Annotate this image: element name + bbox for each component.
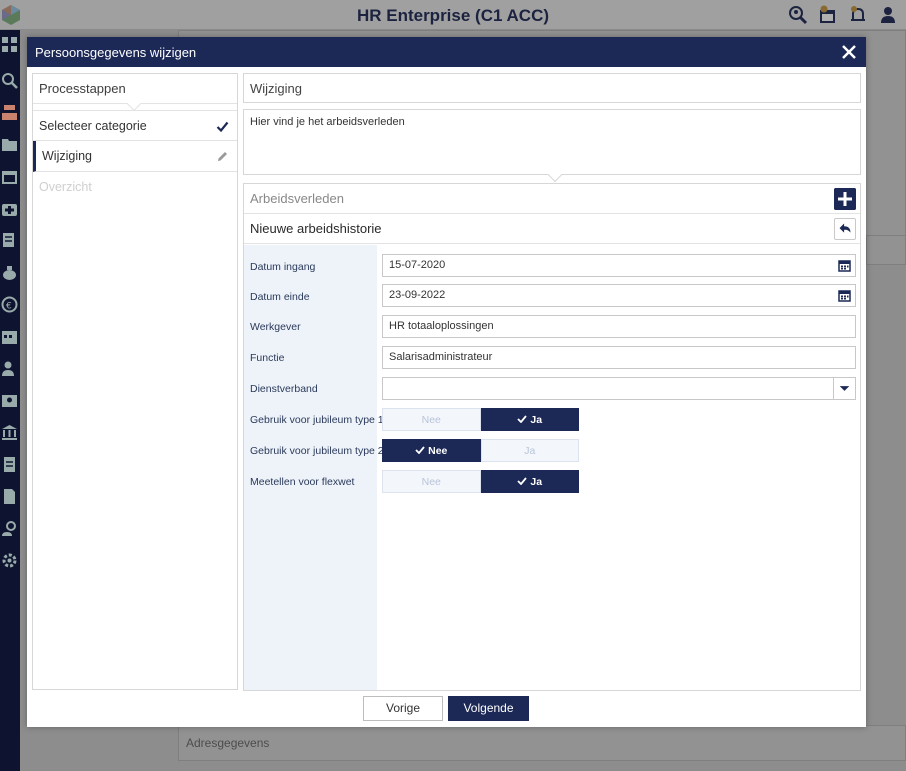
user-icon[interactable] (878, 5, 898, 25)
employer-label: Werkgever (250, 321, 301, 333)
section-title: Wijziging (243, 73, 861, 103)
calendar-icon[interactable] (838, 259, 851, 272)
modal-header: Persoonsgegevens wijzigen (27, 37, 866, 67)
jubilee-type1-yes-option[interactable]: Ja (480, 408, 579, 431)
org-chart-icon[interactable] (1, 104, 18, 121)
flexwet-yes-option[interactable]: Ja (480, 470, 579, 493)
end-date-label: Datum einde (250, 291, 310, 303)
info-text: Hier vind je het arbeidsverleden (250, 116, 405, 128)
process-steps-title: Processtappen (33, 74, 237, 112)
jubilee-type1-toggle: Nee Ja (382, 408, 579, 431)
flexwet-toggle: Nee Ja (382, 470, 579, 493)
document-list-icon[interactable] (1, 232, 18, 249)
schedule-icon[interactable] (1, 328, 18, 345)
labels-column (244, 245, 377, 690)
calendar-icon[interactable] (838, 289, 851, 302)
employment-type-label: Dienstverband (250, 383, 318, 395)
calendar-badge-icon[interactable] (818, 5, 838, 25)
start-date-label: Datum ingang (250, 261, 316, 273)
employment-type-select[interactable] (382, 377, 856, 400)
svg-text:€: € (6, 302, 12, 312)
undo-icon[interactable] (834, 218, 856, 240)
flexwet-label: Meetellen voor flexwet (250, 476, 355, 488)
search-icon[interactable] (1, 72, 18, 89)
next-button[interactable]: Volgende (448, 696, 529, 721)
left-rail: € (0, 30, 20, 771)
start-date-field[interactable]: 15-07-2020 (382, 254, 856, 277)
function-label: Functie (250, 352, 285, 364)
money-bag-icon[interactable] (1, 264, 18, 281)
close-icon[interactable] (840, 43, 858, 61)
step-overview: Overzicht (39, 180, 92, 194)
bg-panel-tab (866, 235, 906, 265)
medical-bag-icon[interactable] (1, 200, 18, 217)
edit-personal-data-modal: Persoonsgegevens wijzigen Processtappen … (27, 37, 866, 727)
work-history-form: Arbeidsverleden Nieuwe arbeidshistorie D… (243, 183, 861, 691)
check-icon (517, 477, 528, 485)
check-icon (415, 446, 425, 454)
euro-icon[interactable]: € (1, 296, 18, 313)
flexwet-no-option[interactable]: Nee (382, 470, 481, 493)
grid-icon[interactable] (1, 36, 18, 53)
app-header: HR Enterprise (C1 ACC) (0, 0, 906, 30)
jubilee-type1-label: Gebruik voor jubileum type 1 (250, 414, 384, 426)
document-icon[interactable] (1, 488, 18, 505)
check-icon (517, 415, 528, 423)
work-history-header: Arbeidsverleden (244, 184, 860, 214)
process-steps-panel: Processtappen Selecteer categorie Wijzig… (32, 73, 238, 690)
step-select-category[interactable]: Selecteer categorie (33, 110, 237, 141)
user-location-icon[interactable] (1, 520, 18, 537)
modal-title: Persoonsgegevens wijzigen (35, 44, 197, 60)
end-date-field[interactable]: 23-09-2022 (382, 284, 856, 307)
folder-icon[interactable] (1, 136, 18, 153)
new-work-history-header: Nieuwe arbeidshistorie (244, 214, 860, 244)
bell-icon[interactable] (848, 5, 868, 25)
user-settings-icon[interactable] (1, 360, 18, 377)
jubilee-type1-no-option[interactable]: Nee (382, 408, 481, 431)
bg-section-label: Adresgegevens (186, 736, 270, 750)
jubilee-type2-no-option[interactable]: Nee (382, 439, 481, 462)
step-change[interactable]: Wijziging (33, 141, 237, 172)
report-icon[interactable] (1, 456, 18, 473)
app-title: HR Enterprise (C1 ACC) (356, 6, 550, 25)
function-field[interactable]: Salarisadministrateur (382, 346, 856, 369)
step-content: Wijziging Hier vind je het arbeidsverled… (243, 73, 861, 691)
employer-field[interactable]: HR totaaloplossingen (382, 315, 856, 338)
jubilee-type2-label: Gebruik voor jubileum type 2 (250, 445, 384, 457)
pencil-icon (218, 152, 227, 161)
calendar-icon[interactable] (1, 168, 18, 185)
jubilee-type2-yes-option[interactable]: Ja (480, 439, 579, 462)
chevron-down-icon[interactable] (833, 378, 855, 399)
info-box: Hier vind je het arbeidsverleden (243, 109, 861, 183)
search-user-icon[interactable] (788, 5, 808, 25)
bg-panel-address (178, 725, 906, 761)
check-icon (216, 121, 229, 133)
jubilee-type2-toggle: Nee Ja (382, 439, 579, 462)
bank-icon[interactable] (1, 424, 18, 441)
id-card-icon[interactable] (1, 392, 18, 409)
add-icon[interactable] (834, 188, 856, 210)
gear-icon[interactable] (1, 552, 18, 569)
previous-button[interactable]: Vorige (363, 696, 443, 721)
